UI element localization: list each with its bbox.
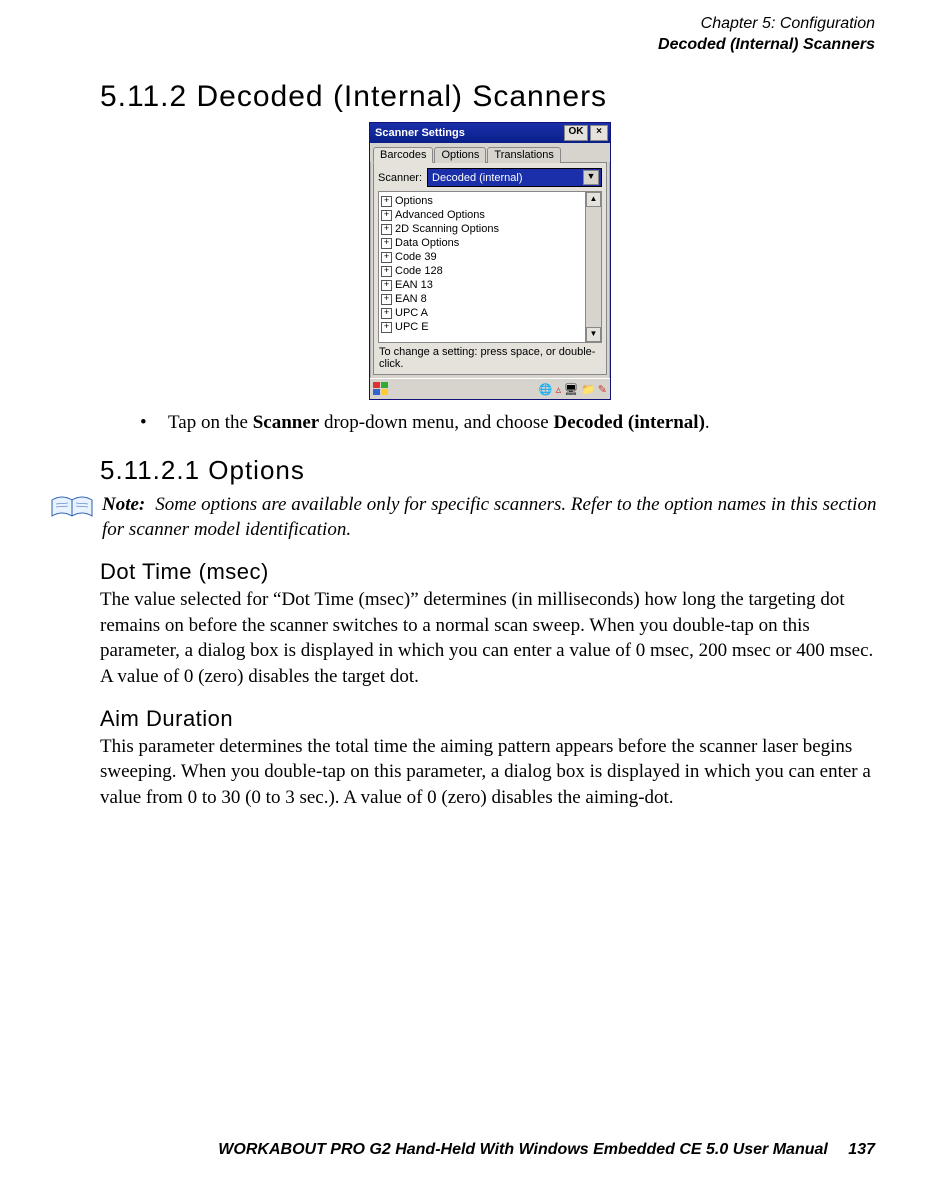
windows-start-icon[interactable] [373,382,390,397]
chevron-down-icon: ▼ [583,170,599,185]
tree-item[interactable]: +UPC A [381,306,583,320]
tray-icon[interactable]: ▵ [556,383,562,396]
heading-5-11-2-1: 5.11.2.1 Options [100,455,880,486]
tree-item[interactable]: +2D Scanning Options [381,222,583,236]
note-text: Some options are available only for spec… [102,494,876,541]
expand-icon[interactable]: + [381,280,392,291]
tree-item[interactable]: +Advanced Options [381,208,583,222]
expand-icon[interactable]: + [381,210,392,221]
tree-item[interactable]: +Options [381,194,583,208]
ok-button[interactable]: OK [564,125,588,141]
tray-icon[interactable]: 📁 [581,383,595,396]
section-label: Decoded (Internal) Scanners [658,35,875,56]
tree-item[interactable]: +Code 39 [381,250,583,264]
tree-item[interactable]: +EAN 13 [381,278,583,292]
tray-icon[interactable]: 🖥 [564,383,578,396]
expand-icon[interactable]: + [381,238,392,249]
tree-item[interactable]: +Code 128 [381,264,583,278]
page-header: Chapter 5: Configuration Decoded (Intern… [658,14,875,56]
heading-5-11-2: 5.11.2 Decoded (Internal) Scanners [100,80,880,114]
tree-item[interactable]: +UPC E [381,320,583,334]
scroll-up-icon[interactable]: ▲ [586,192,601,207]
scanner-dropdown[interactable]: Decoded (internal) ▼ [427,168,602,187]
scroll-down-icon[interactable]: ▼ [586,327,601,342]
expand-icon[interactable]: + [381,224,392,235]
heading-dot-time: Dot Time (msec) [100,559,880,585]
note-block: Note:Some options are available only for… [100,492,880,543]
heading-aim-duration: Aim Duration [100,706,880,732]
settings-tree: +Options +Advanced Options +2D Scanning … [378,191,602,343]
book-icon [50,494,94,522]
expand-icon[interactable]: + [381,294,392,305]
tree-item[interactable]: +Data Options [381,236,583,250]
expand-icon[interactable]: + [381,322,392,333]
dialog-panel: Scanner: Decoded (internal) ▼ +Options +… [373,162,607,375]
aim-duration-body: This parameter determines the total time… [100,734,880,811]
scanner-label: Scanner: [378,172,422,184]
footer-title: WORKABOUT PRO G2 Hand-Held With Windows … [218,1141,828,1158]
expand-icon[interactable]: + [381,266,392,277]
note-label: Note: [102,494,145,515]
expand-icon[interactable]: + [381,308,392,319]
close-button[interactable]: × [590,125,608,141]
page-footer: WORKABOUT PRO G2 Hand-Held With Windows … [218,1141,875,1159]
tab-options[interactable]: Options [434,147,486,163]
tray-icon[interactable]: ✎ [598,383,607,396]
instruction-bullet: Tap on the Scanner drop-down menu, and c… [140,410,880,437]
tree-scrollbar[interactable]: ▲ ▼ [585,192,601,342]
expand-icon[interactable]: + [381,252,392,263]
tray-icon[interactable]: 🌐 [539,383,553,396]
dialog-hint: To change a setting: press space, or dou… [378,343,602,370]
chapter-label: Chapter 5: Configuration [658,14,875,35]
tab-translations[interactable]: Translations [487,147,561,163]
dot-time-body: The value selected for “Dot Time (msec)”… [100,587,880,690]
dialog-taskbar: 🌐 ▵ 🖥 📁 ✎ [370,378,610,399]
scanner-dropdown-value: Decoded (internal) [432,172,523,184]
dialog-tabs: Barcodes Options Translations [370,143,610,162]
dialog-titlebar: Scanner Settings OK × [370,123,610,143]
system-tray: 🌐 ▵ 🖥 📁 ✎ [539,383,607,396]
page-number: 137 [848,1141,875,1158]
expand-icon[interactable]: + [381,196,392,207]
tree-item[interactable]: +EAN 8 [381,292,583,306]
scanner-settings-dialog: Scanner Settings OK × Barcodes Options T… [369,122,611,400]
tab-barcodes[interactable]: Barcodes [373,147,433,163]
page-content: 5.11.2 Decoded (Internal) Scanners Scann… [100,80,880,817]
dialog-title: Scanner Settings [375,127,465,139]
